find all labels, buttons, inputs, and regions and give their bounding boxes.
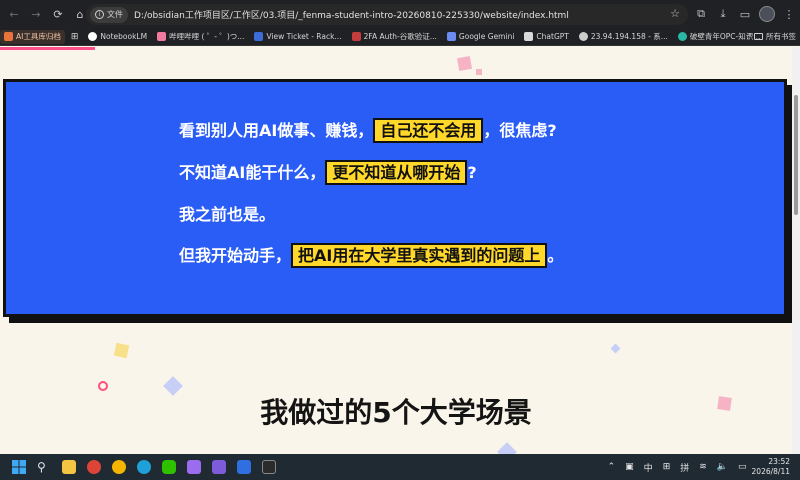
- all-bookmarks-label: 所有书签: [766, 32, 796, 41]
- bookmark-item-5[interactable]: Google Gemini: [443, 30, 519, 44]
- twofa-icon: [351, 32, 361, 41]
- chevron-up-icon[interactable]: ⌃: [608, 462, 616, 472]
- section-title: 我做过的5个大学场景: [260, 396, 532, 429]
- download-icon[interactable]: ⤓: [712, 4, 734, 24]
- opc-icon: [677, 32, 687, 41]
- hero-text: ?: [467, 163, 477, 182]
- gemini-icon: [446, 32, 456, 41]
- chatgpt-icon: [524, 32, 534, 41]
- globe-icon: [578, 32, 588, 41]
- hero-line-4: 但我开始动手， 把AI用在大学里真实遇到的问题上。: [179, 243, 564, 268]
- info-icon: i: [95, 10, 104, 19]
- confetti-diamond: [497, 442, 517, 454]
- bookmark-label: 哔哩哔哩 ( ゜- ゜)つ...: [169, 32, 245, 41]
- bookmark-label: 2FA Auth-谷歌验证...: [363, 32, 437, 41]
- hero-text: 但我开始动手，: [179, 246, 292, 265]
- page-viewport: 看到别人用AI做事、赚钱， 自己还不会用 ，很焦虑? 不知道AI能干什么， 更不知道从…: [0, 47, 792, 454]
- clock-time: 23:52: [768, 457, 790, 466]
- tray-app-icon[interactable]: ▣: [625, 462, 634, 472]
- bookmark-item-6[interactable]: ChatGPT: [520, 30, 572, 44]
- confetti-square: [113, 342, 130, 359]
- extensions-icon[interactable]: ⧉: [690, 4, 712, 24]
- site-info-chip[interactable]: i 文件: [90, 6, 128, 23]
- bookmark-item-4[interactable]: 2FA Auth-谷歌验证...: [348, 30, 441, 44]
- confetti-diamond: [610, 343, 621, 354]
- chrome-profile-icon[interactable]: [108, 456, 130, 478]
- bookmarks-bar: AI工具库归档 ⊞ NotebookLM 哔哩哔哩 ( ゜- ゜)つ... Vi…: [0, 28, 800, 46]
- folder-icon: [754, 33, 763, 40]
- obsidian-icon[interactable]: [208, 456, 230, 478]
- clock[interactable]: 23:52 2026/8/11: [752, 457, 790, 477]
- all-bookmarks-button[interactable]: 所有书签: [754, 31, 796, 42]
- ime-mode[interactable]: 拼: [680, 461, 689, 474]
- page-scrollbar[interactable]: [792, 47, 800, 454]
- hero-line-2: 不知道AI能干什么， 更不知道从哪开始?: [179, 160, 477, 185]
- confetti-square: [456, 55, 473, 72]
- search-icon[interactable]: ⚲: [33, 456, 55, 478]
- grid-icon[interactable]: ⊞: [663, 462, 671, 472]
- bookmark-favicon-icon: [4, 32, 13, 41]
- hero-text: 我之前也是。: [179, 205, 276, 224]
- volume-icon[interactable]: 🔈: [717, 462, 728, 472]
- split-view-icon[interactable]: ▭: [734, 4, 756, 24]
- hero-card: 看到别人用AI做事、赚钱， 自己还不会用 ，很焦虑? 不知道AI能干什么， 更不知道从…: [3, 79, 787, 317]
- notebooklm-icon: [88, 32, 98, 41]
- hero-text: ，很焦虑?: [483, 121, 557, 140]
- confetti-ring: [98, 381, 108, 391]
- bookmark-item-2[interactable]: 哔哩哔哩 ( ゜- ゜)つ...: [153, 30, 248, 44]
- reload-icon[interactable]: ⟳: [48, 4, 68, 24]
- apps-grid-icon[interactable]: ⊞: [67, 30, 83, 44]
- clock-date: 2026/8/11: [751, 467, 790, 476]
- profile-avatar[interactable]: [756, 4, 778, 24]
- bookmark-item-0[interactable]: AI工具库归档: [0, 29, 65, 44]
- bookmark-label: 23.94.194.158 - 系...: [590, 32, 668, 41]
- avatar: [759, 6, 775, 22]
- system-tray: ⌃ ▣ 中 ⊞ 拼 ≋ 🔈 ▭ 23:52 2026/8/11: [603, 454, 800, 480]
- os-taskbar: ⚲ ⌃ ▣ 中 ⊞ 拼 ≋ 🔈 ▭ 23:52 2026/8/11: [0, 454, 800, 480]
- bookmark-label: ChatGPT: [536, 32, 569, 41]
- battery-icon[interactable]: ▭: [738, 462, 747, 472]
- bookmark-label: AI工具库归档: [16, 32, 61, 41]
- wifi-icon[interactable]: ≋: [699, 462, 707, 472]
- edge-icon[interactable]: [133, 456, 155, 478]
- site-chip-label: 文件: [107, 10, 123, 19]
- bookmark-item-7[interactable]: 23.94.194.158 - 系...: [575, 30, 672, 44]
- hero-line-1: 看到别人用AI做事、赚钱， 自己还不会用 ，很焦虑?: [179, 118, 557, 143]
- chrome-icon[interactable]: [83, 456, 105, 478]
- file-explorer-icon[interactable]: [58, 456, 80, 478]
- bookmark-star-icon[interactable]: ☆: [670, 7, 680, 20]
- hero-text: 看到别人用AI做事、赚钱，: [179, 121, 374, 140]
- app-shield-icon[interactable]: [233, 456, 255, 478]
- browser-toolbar: ← → ⟳ ⌂ i 文件 D:/obsidian工作项目区/工作区/03.项目/…: [0, 0, 800, 28]
- bookmarks-overflow-icon[interactable]: »: [747, 30, 752, 39]
- bookmark-item-3[interactable]: View Ticket - Rack...: [250, 30, 345, 44]
- confetti-square: [476, 69, 482, 75]
- address-bar[interactable]: i 文件 D:/obsidian工作项目区/工作区/03.项目/_fenma-s…: [86, 4, 688, 25]
- bookmark-label: Google Gemini: [458, 32, 515, 41]
- ime-language[interactable]: 中: [644, 461, 653, 474]
- highlight-text: 更不知道从哪开始: [325, 160, 468, 185]
- bookmark-label: NotebookLM: [100, 32, 148, 41]
- start-windows-icon[interactable]: [8, 456, 30, 478]
- bilibili-icon: [157, 32, 167, 41]
- bookmark-label: View Ticket - Rack...: [266, 32, 342, 41]
- app-feather-icon[interactable]: [183, 456, 205, 478]
- terminal-icon[interactable]: [258, 456, 280, 478]
- menu-kebab-icon[interactable]: ⋮: [778, 4, 800, 24]
- highlight-text: 把AI用在大学里真实遇到的问题上: [291, 243, 548, 268]
- back-icon[interactable]: ←: [4, 4, 24, 24]
- ticket-icon: [254, 32, 264, 41]
- highlight-text: 自己还不会用: [373, 118, 484, 143]
- bookmark-item-1[interactable]: NotebookLM: [84, 30, 151, 44]
- forward-icon[interactable]: →: [26, 4, 46, 24]
- url-text[interactable]: D:/obsidian工作项目区/工作区/03.项目/_fenma-studen…: [134, 8, 569, 21]
- scroll-progress-bar: [0, 47, 95, 50]
- wechat-icon[interactable]: [158, 456, 180, 478]
- hero-line-3: 我之前也是。: [179, 204, 275, 226]
- scrollbar-thumb[interactable]: [794, 95, 798, 215]
- hero-text: 。: [547, 246, 564, 265]
- hero-text: 不知道AI能干什么，: [179, 163, 326, 182]
